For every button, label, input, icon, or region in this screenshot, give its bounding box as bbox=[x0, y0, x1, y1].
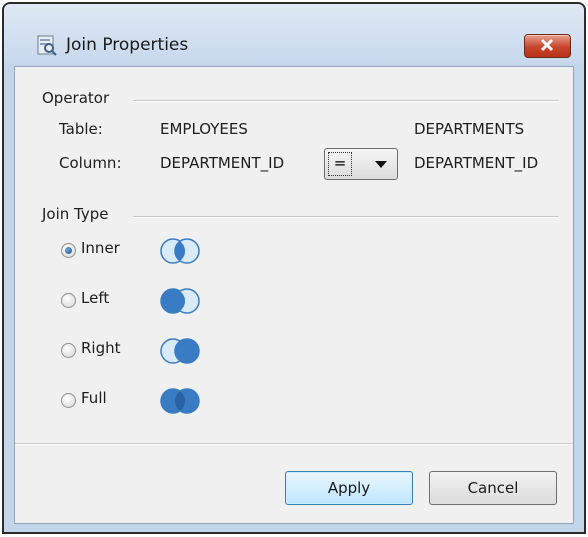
operator-select-value: = bbox=[328, 152, 352, 176]
radio-left[interactable] bbox=[61, 293, 76, 308]
operator-section-label: Operator bbox=[42, 89, 110, 107]
operator-separator bbox=[133, 100, 559, 102]
column-label: Column: bbox=[59, 154, 122, 172]
close-x-icon bbox=[540, 38, 554, 52]
join-type-section-label: Join Type bbox=[42, 205, 109, 223]
dialog-title: Join Properties bbox=[66, 35, 189, 55]
venn-full-icon bbox=[160, 388, 200, 414]
right-table-name: DEPARTMENTS bbox=[414, 120, 525, 138]
table-label: Table: bbox=[59, 120, 103, 138]
join-type-separator bbox=[133, 216, 559, 218]
apply-button[interactable]: Apply bbox=[285, 471, 413, 505]
left-column-name: DEPARTMENT_ID bbox=[160, 154, 285, 172]
close-button[interactable] bbox=[524, 34, 571, 58]
dialog-content: Operator Table: EMPLOYEES DEPARTMENTS Co… bbox=[14, 66, 574, 524]
right-column-name: DEPARTMENT_ID bbox=[414, 154, 539, 172]
radio-label-right: Right bbox=[81, 339, 121, 357]
radio-inner[interactable] bbox=[61, 243, 76, 258]
database-query-icon bbox=[37, 35, 57, 56]
cancel-button[interactable]: Cancel bbox=[429, 471, 557, 505]
venn-right-icon bbox=[160, 338, 200, 364]
title-bar[interactable]: Join Properties bbox=[4, 4, 584, 64]
operator-select[interactable]: = bbox=[324, 148, 398, 180]
chevron-down-icon bbox=[375, 161, 387, 168]
radio-full[interactable] bbox=[61, 393, 76, 408]
radio-label-full: Full bbox=[81, 389, 107, 407]
button-area-separator bbox=[15, 443, 573, 445]
venn-left-icon bbox=[160, 288, 200, 314]
left-table-name: EMPLOYEES bbox=[160, 120, 248, 138]
radio-right[interactable] bbox=[61, 343, 76, 358]
radio-label-inner: Inner bbox=[81, 239, 120, 257]
join-properties-dialog: Join Properties Operator Table: EMPLOYEE… bbox=[2, 2, 586, 534]
radio-label-left: Left bbox=[81, 289, 110, 307]
venn-inner-icon bbox=[160, 238, 200, 264]
